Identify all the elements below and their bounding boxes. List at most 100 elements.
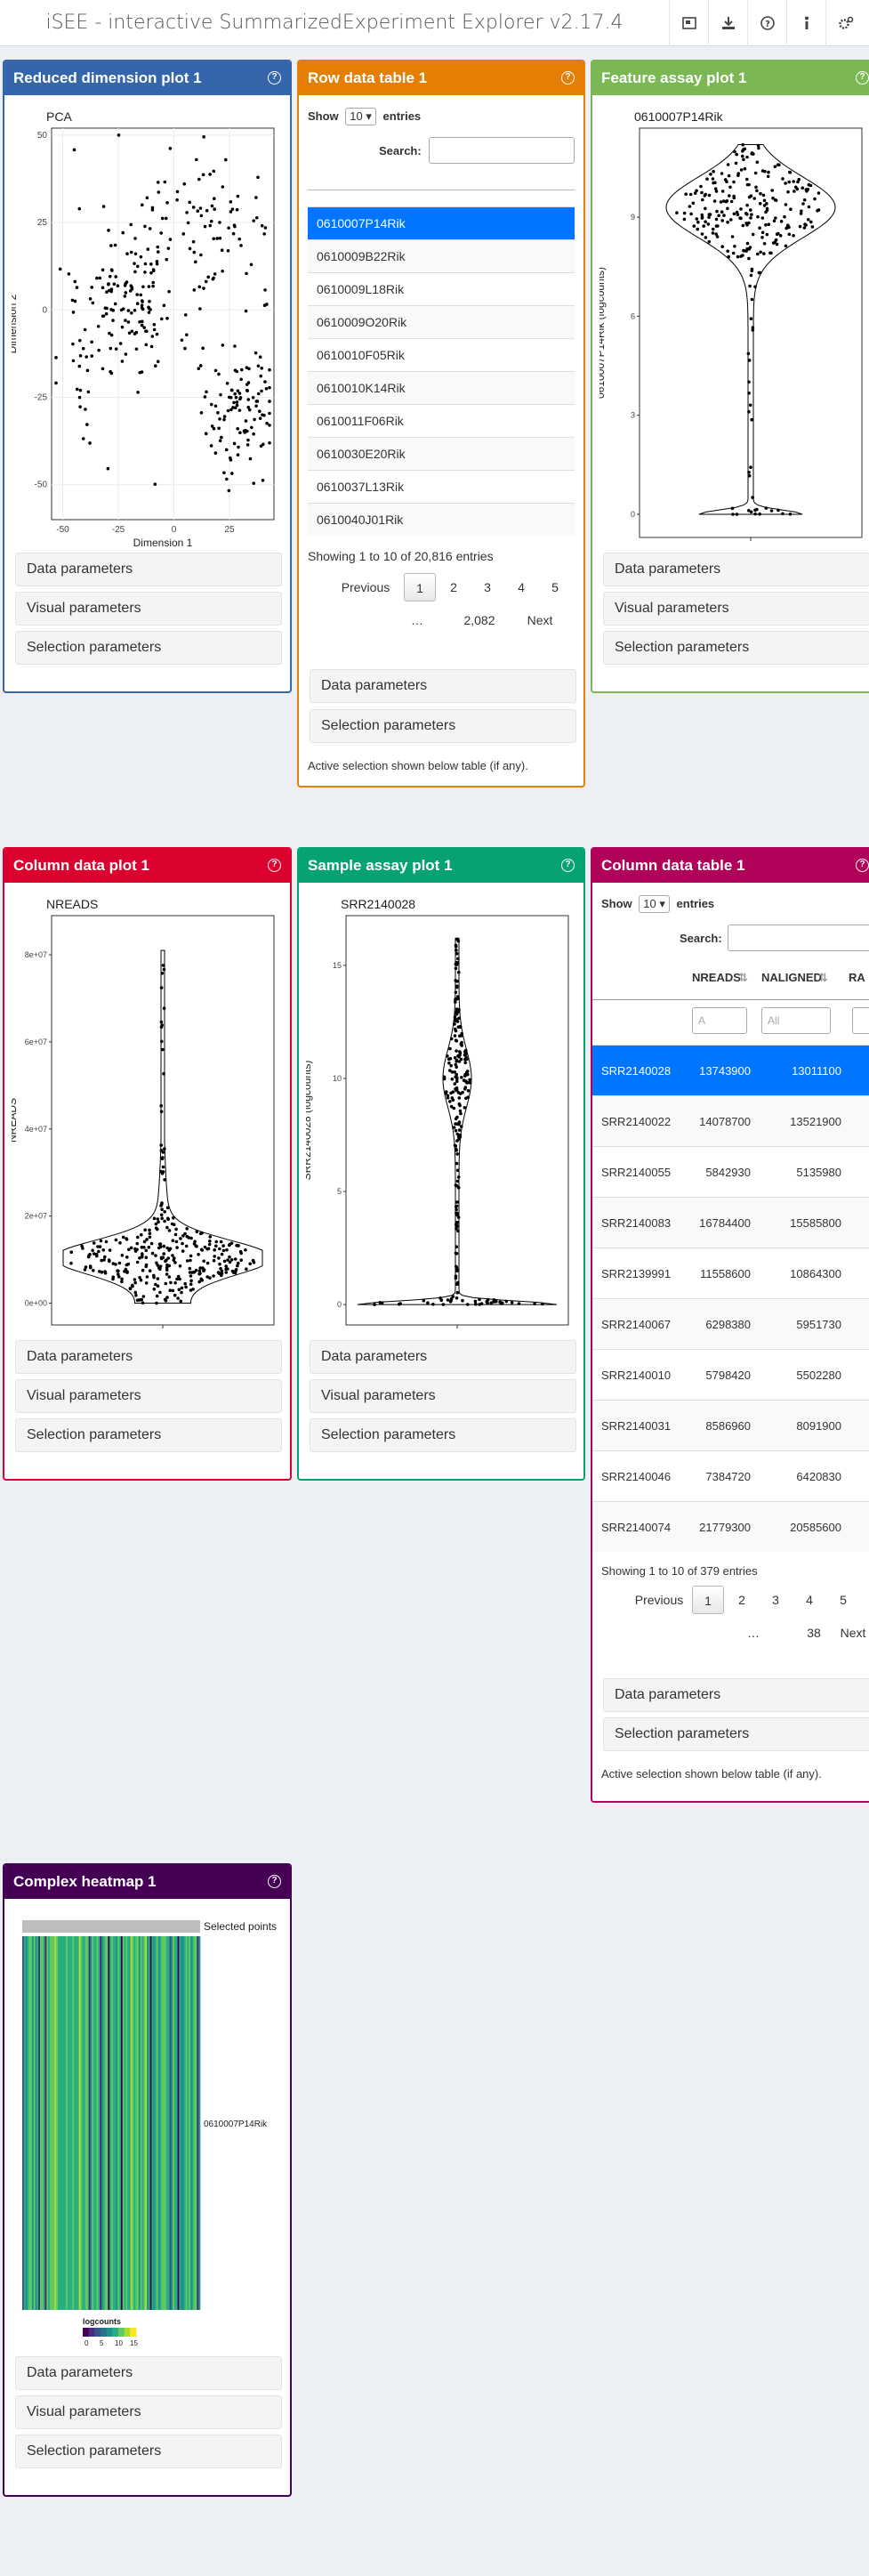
pager-page-4[interactable]: 4 — [505, 573, 537, 602]
data-point — [96, 1245, 100, 1248]
data-parameters-toggle[interactable]: Data parameters — [603, 1678, 869, 1712]
table-row[interactable]: SRR2140031 8586960 8091900 — [592, 1400, 869, 1450]
data-point — [706, 222, 711, 226]
selection-parameters-toggle[interactable]: Selection parameters — [603, 1717, 869, 1751]
data-parameters-toggle[interactable]: Data parameters — [310, 1340, 576, 1374]
pager-page-1[interactable]: 1 — [692, 1586, 724, 1614]
panel-title: Column data plot 1 — [13, 857, 149, 874]
search-input[interactable] — [429, 137, 575, 164]
info-icon[interactable] — [786, 0, 825, 46]
pager-page-2[interactable]: 2 — [726, 1586, 758, 1614]
table-row[interactable]: 0610009O20Rik — [308, 305, 575, 338]
export-icon[interactable] — [669, 0, 708, 46]
pager-previous[interactable]: Previous — [628, 1586, 690, 1614]
heatmap-cell — [48, 1936, 51, 2310]
entries-select[interactable]: 10 ▾ — [345, 108, 376, 125]
data-point — [258, 416, 262, 421]
data-parameters-toggle[interactable]: Data parameters — [603, 553, 869, 586]
pager-page-4[interactable]: 4 — [793, 1586, 825, 1614]
data-point — [199, 1277, 203, 1281]
heatmap-cell — [23, 1936, 26, 2310]
table-row[interactable]: 0610010K14Rik — [308, 371, 575, 404]
header-nreads[interactable]: NREADS — [692, 971, 741, 984]
download-icon[interactable] — [708, 0, 747, 46]
visual-parameters-toggle[interactable]: Visual parameters — [15, 2395, 282, 2429]
help-icon[interactable]: ? — [268, 71, 281, 85]
data-point — [84, 408, 87, 411]
pager-page-5[interactable]: 5 — [827, 1586, 859, 1614]
data-parameters-toggle[interactable]: Data parameters — [310, 669, 576, 703]
help-icon[interactable]: ? — [561, 71, 575, 85]
table-row[interactable]: SRR2139991 11558600 10864300 — [592, 1248, 869, 1298]
nreads-filter[interactable]: A — [692, 1007, 747, 1034]
feature-violin-plot[interactable]: 0610007P14Rik 0610007P14Rik (logcounts) 0 3… — [594, 106, 869, 551]
visual-parameters-toggle[interactable]: Visual parameters — [15, 1379, 282, 1413]
selection-parameters-toggle[interactable]: Selection parameters — [603, 631, 869, 665]
table-row[interactable]: 0610009L18Rik — [308, 272, 575, 305]
naligned-filter[interactable]: All — [761, 1007, 831, 1034]
heatmap-cell — [155, 1936, 157, 2310]
pager-page-3[interactable]: 3 — [760, 1586, 792, 1614]
value-cell: 6298380 — [705, 1318, 751, 1331]
data-point — [773, 240, 777, 244]
table-row[interactable]: 0610009B22Rik — [308, 239, 575, 272]
sample-violin-plot[interactable]: SRR2140028 SRR2140028 (logcounts) 0 5 10 15 — [301, 893, 577, 1338]
pager-page-1[interactable]: 1 — [404, 573, 436, 602]
nreads-violin-plot[interactable]: NREADS NREADS 0e+00 2e+07 4e+07 6e+07 8e+07 — [6, 893, 283, 1338]
data-point — [236, 426, 239, 431]
help-icon[interactable]: ? — [268, 1875, 281, 1888]
table-row[interactable]: SRR2140074 21779300 20585600 — [592, 1501, 869, 1552]
pager-previous[interactable]: Previous — [334, 573, 397, 602]
value-cell: 6420830 — [796, 1470, 841, 1483]
table-row[interactable]: SRR2140046 7384720 6420830 — [592, 1450, 869, 1501]
table-row[interactable]: 0610010F05Rik — [308, 338, 575, 371]
help-icon[interactable]: ? — [856, 859, 869, 872]
table-row[interactable]: 0610011F06Rik — [308, 404, 575, 437]
table-row[interactable]: SRR2140010 5798420 5502280 — [592, 1349, 869, 1400]
data-parameters-toggle[interactable]: Data parameters — [15, 1340, 282, 1374]
heatmap-cell — [137, 1936, 140, 2310]
data-point — [741, 142, 745, 147]
pager-next[interactable]: Next — [518, 606, 562, 634]
table-row[interactable]: 0610040J01Rik — [308, 503, 575, 536]
pager-page-2[interactable]: 2 — [438, 573, 470, 602]
entries-select[interactable]: 10 ▾ — [639, 895, 670, 913]
pager-last-page[interactable]: 2,082 — [455, 606, 503, 634]
cogs-icon[interactable] — [825, 0, 865, 46]
visual-parameters-toggle[interactable]: Visual parameters — [603, 592, 869, 626]
table-row[interactable]: SRR2140067 6298380 5951730 — [592, 1298, 869, 1349]
selection-parameters-toggle[interactable]: Selection parameters — [15, 1418, 282, 1452]
pager-page-3[interactable]: 3 — [471, 573, 503, 602]
table-row[interactable]: SRR2140083 16784400 15585800 — [592, 1197, 869, 1248]
header-naligned[interactable]: NALIGNED — [761, 971, 822, 984]
selection-parameters-toggle[interactable]: Selection parameters — [15, 631, 282, 665]
data-point — [113, 302, 117, 306]
pca-plot[interactable]: PCA Dimension 2 Dimension 1 -50 -25 0 25 50 25 0 -… — [6, 106, 283, 569]
data-parameters-toggle[interactable]: Data parameters — [15, 553, 282, 586]
data-point — [129, 1246, 133, 1250]
question-circle-icon[interactable]: ? — [747, 0, 786, 46]
selection-parameters-toggle[interactable]: Selection parameters — [310, 1418, 576, 1452]
table-row[interactable]: SRR2140022 14078700 13521900 — [592, 1095, 869, 1146]
pager-next[interactable]: Next — [831, 1619, 869, 1647]
data-point — [700, 232, 704, 236]
table-row[interactable]: 0610030E20Rik — [308, 437, 575, 470]
help-icon[interactable]: ? — [268, 859, 281, 872]
table-row[interactable]: 0610037L13Rik — [308, 470, 575, 503]
visual-parameters-toggle[interactable]: Visual parameters — [310, 1379, 576, 1413]
visual-parameters-toggle[interactable]: Visual parameters — [15, 592, 282, 626]
search-input[interactable] — [728, 925, 869, 951]
table-row[interactable]: SRR2140028 13743900 13011100 — [592, 1045, 869, 1095]
ra-filter[interactable] — [852, 1007, 869, 1034]
help-icon[interactable]: ? — [856, 71, 869, 85]
help-icon[interactable]: ? — [561, 859, 575, 872]
heatmap-plot[interactable]: Selected points 0610007P14Rik logcounts 0 5 1… — [12, 1910, 283, 2369]
selection-parameters-toggle[interactable]: Selection parameters — [310, 709, 576, 743]
selection-parameters-toggle[interactable]: Selection parameters — [15, 2435, 282, 2468]
value-cell: 11558600 — [700, 1267, 751, 1280]
table-row[interactable]: 0610007P14Rik — [308, 206, 575, 239]
header-ra[interactable]: RA — [849, 971, 865, 984]
data-parameters-toggle[interactable]: Data parameters — [15, 2356, 282, 2390]
table-row[interactable]: SRR2140055 5842930 5135980 — [592, 1146, 869, 1197]
pager-page-5[interactable]: 5 — [539, 573, 571, 602]
